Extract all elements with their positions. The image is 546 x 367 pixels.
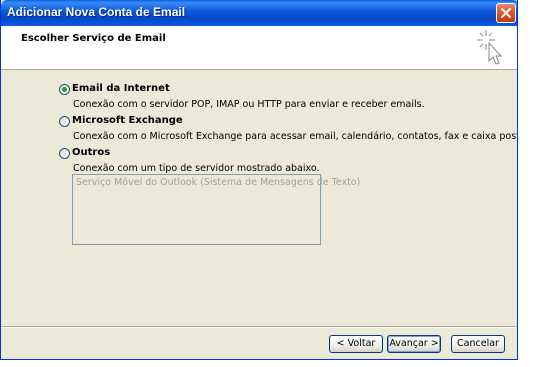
background-area [518, 0, 546, 367]
add-email-account-dialog: Adicionar Nova Conta de Email Escolher S… [0, 0, 518, 360]
microsoft-exchange-radio[interactable] [59, 116, 70, 127]
internet-email-description: Conexão com o servidor POP, IMAP ou HTTP… [73, 99, 425, 110]
other-label[interactable]: Outros [72, 147, 110, 158]
wizard-header: Escolher Serviço de Email [1, 26, 517, 70]
next-button[interactable]: Avançar > [387, 335, 441, 353]
other-description: Conexão com um tipo de servidor mostrado… [73, 163, 320, 174]
back-button[interactable]: < Voltar [329, 335, 383, 353]
microsoft-exchange-label[interactable]: Microsoft Exchange [72, 115, 183, 126]
other-radio[interactable] [59, 148, 70, 159]
close-icon [501, 8, 511, 18]
page-title: Escolher Serviço de Email [21, 33, 166, 44]
list-item[interactable]: Serviço Móvel do Outlook (Sistema de Men… [76, 177, 360, 188]
window-title: Adicionar Nova Conta de Email [7, 5, 186, 19]
title-bar[interactable]: Adicionar Nova Conta de Email [1, 0, 517, 26]
microsoft-exchange-description: Conexão com o Microsoft Exchange para ac… [73, 131, 518, 142]
internet-email-label[interactable]: Email da Internet [72, 83, 170, 94]
button-separator [1, 326, 517, 328]
cancel-button[interactable]: Cancelar [451, 335, 505, 353]
close-button[interactable] [496, 3, 516, 23]
wizard-sparkle-cursor-icon [477, 30, 503, 65]
server-type-list[interactable]: Serviço Móvel do Outlook (Sistema de Men… [72, 174, 360, 245]
internet-email-radio[interactable] [59, 84, 70, 95]
